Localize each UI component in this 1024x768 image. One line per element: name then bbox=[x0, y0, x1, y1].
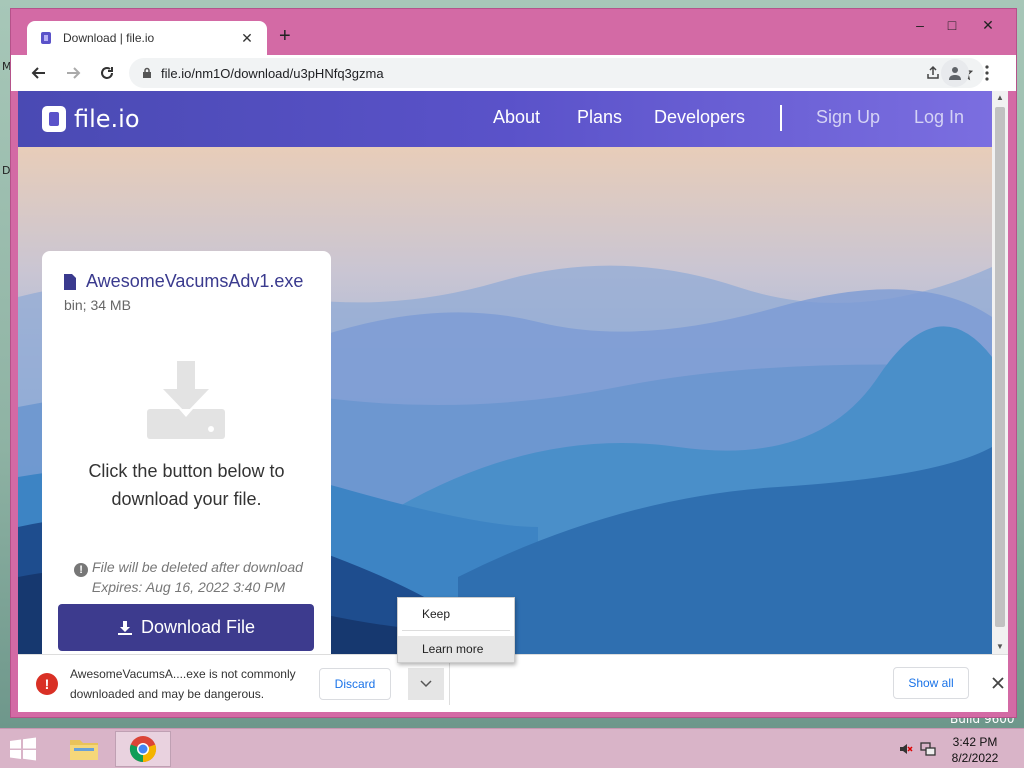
download-options-button[interactable] bbox=[408, 668, 444, 700]
clock-time: 3:42 PM bbox=[952, 735, 998, 749]
deletion-warning: ! File will be deleted after download Exp… bbox=[62, 557, 315, 597]
tab-title: Download | file.io bbox=[63, 31, 155, 45]
download-file-label: Download File bbox=[140, 617, 256, 637]
system-clock[interactable]: 3:42 PM 8/2/2022 bbox=[940, 734, 1010, 766]
file-io-favicon-icon bbox=[41, 32, 51, 44]
show-all-button[interactable]: Show all bbox=[893, 667, 969, 699]
tab-close-icon[interactable]: ✕ bbox=[239, 30, 255, 47]
folder-icon bbox=[70, 740, 98, 760]
nav-divider bbox=[780, 105, 782, 131]
url-text[interactable]: file.io/nm1O/download/u3pHNfq3gzma bbox=[161, 66, 920, 81]
back-button[interactable] bbox=[25, 59, 53, 87]
browser-menu-button[interactable] bbox=[977, 59, 997, 87]
taskbar-file-explorer[interactable] bbox=[56, 731, 112, 767]
page-viewport: file.io About Plans Developers Sign Up L… bbox=[18, 91, 1008, 654]
lock-icon bbox=[143, 67, 151, 78]
forward-button[interactable] bbox=[59, 59, 87, 87]
browser-toolbar: file.io/nm1O/download/u3pHNfq3gzma bbox=[11, 55, 1016, 91]
person-icon bbox=[949, 67, 961, 80]
download-instruction: Click the button below to download your … bbox=[88, 461, 285, 509]
site-header: file.io About Plans Developers Sign Up L… bbox=[18, 91, 992, 147]
close-window-button[interactable]: ✕ bbox=[973, 15, 1003, 35]
file-meta: bin; 34 MB bbox=[64, 297, 131, 313]
close-icon bbox=[992, 677, 1004, 689]
forward-arrow-icon bbox=[67, 67, 81, 79]
warning-text: File will be deleted after download bbox=[92, 559, 303, 575]
chevron-down-icon bbox=[420, 680, 432, 688]
file-name-row: AwesomeVacumsAdv1.exe bbox=[64, 271, 303, 292]
download-bar-divider bbox=[449, 663, 450, 705]
site-logo[interactable]: file.io bbox=[42, 105, 140, 133]
exclamation-icon: ! bbox=[74, 563, 89, 577]
nav-about[interactable]: About bbox=[493, 107, 540, 128]
tab-file-io[interactable]: Download | file.io ✕ bbox=[27, 21, 267, 55]
minimize-button[interactable]: – bbox=[905, 15, 935, 35]
download-warning-message: AwesomeVacumsA....exe is not commonly do… bbox=[70, 667, 296, 701]
title-bar: Download | file.io ✕ + – □ ✕ bbox=[11, 9, 1016, 55]
nav-developers[interactable]: Developers bbox=[654, 107, 745, 128]
taskbar-chrome[interactable] bbox=[115, 731, 171, 767]
scroll-down-icon[interactable]: ▼ bbox=[992, 640, 1008, 654]
network-icon[interactable] bbox=[920, 741, 936, 757]
back-arrow-icon bbox=[31, 67, 45, 79]
share-icon bbox=[927, 65, 939, 79]
logo-text: file.io bbox=[74, 105, 140, 133]
reload-icon bbox=[101, 67, 113, 79]
address-bar[interactable]: file.io/nm1O/download/u3pHNfq3gzma bbox=[129, 58, 984, 88]
windows-start-icon[interactable] bbox=[8, 737, 38, 761]
maximize-button[interactable]: □ bbox=[937, 15, 967, 35]
file-io-logo-icon bbox=[42, 106, 66, 132]
scrollbar-thumb[interactable] bbox=[995, 107, 1005, 627]
file-icon bbox=[64, 273, 76, 290]
expiry-text: Expires: Aug 16, 2022 3:40 PM bbox=[91, 579, 286, 595]
download-context-menu: Keep Learn more bbox=[397, 597, 515, 663]
danger-icon: ! bbox=[36, 673, 58, 695]
nav-sign-up[interactable]: Sign Up bbox=[816, 107, 880, 128]
download-file-button[interactable]: Download File bbox=[58, 604, 314, 651]
menu-item-keep[interactable]: Keep bbox=[398, 601, 514, 627]
download-icon bbox=[117, 620, 132, 635]
profile-button[interactable] bbox=[941, 59, 969, 87]
hero-background: AwesomeVacumsAdv1.exe bin; 34 MB Click t… bbox=[18, 147, 992, 654]
download-tray-icon bbox=[147, 361, 225, 439]
file-name: AwesomeVacumsAdv1.exe bbox=[86, 271, 304, 291]
discard-button[interactable]: Discard bbox=[319, 668, 391, 700]
volume-muted-icon[interactable] bbox=[898, 741, 914, 757]
chrome-icon bbox=[129, 736, 157, 763]
clock-date: 8/2/2022 bbox=[951, 751, 999, 765]
scroll-up-icon[interactable]: ▲ bbox=[992, 91, 1008, 105]
new-tab-button[interactable]: + bbox=[279, 25, 291, 47]
menu-item-learn-more[interactable]: Learn more bbox=[398, 636, 514, 662]
reload-button[interactable] bbox=[93, 59, 121, 87]
close-download-bar-button[interactable] bbox=[988, 673, 1008, 693]
more-vert-icon bbox=[985, 65, 989, 81]
page-scrollbar[interactable]: ▲ ▼ bbox=[992, 91, 1008, 654]
download-card: AwesomeVacumsAdv1.exe bin; 34 MB Click t… bbox=[42, 251, 331, 654]
taskbar: 3:42 PM 8/2/2022 bbox=[0, 728, 1024, 768]
nav-plans[interactable]: Plans bbox=[577, 107, 622, 128]
menu-separator bbox=[402, 630, 510, 631]
nav-log-in[interactable]: Log In bbox=[914, 107, 964, 128]
